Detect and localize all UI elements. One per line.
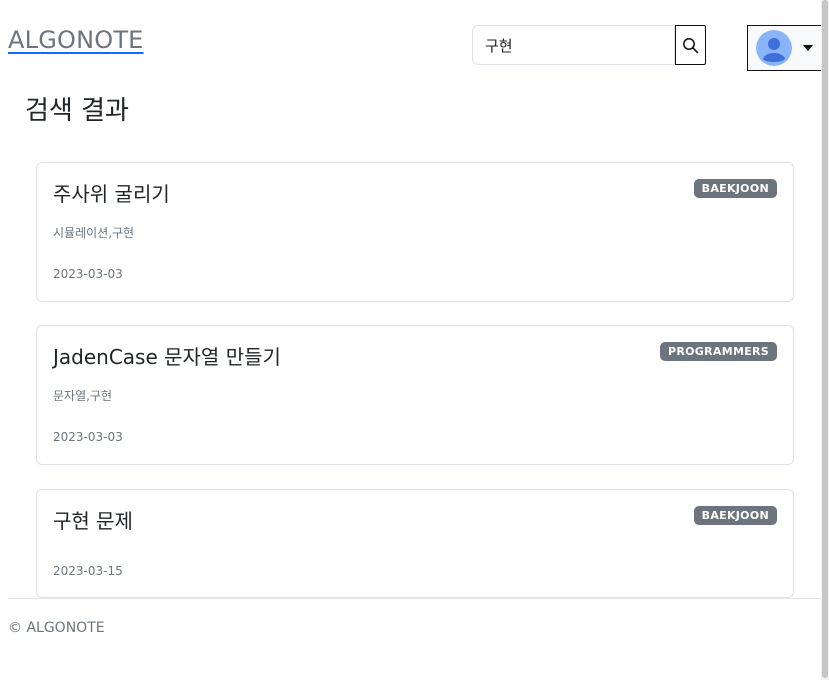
result-card[interactable]: 구현 문제 BAEKJOON 2023-03-15 <box>36 489 794 598</box>
user-avatar-icon <box>756 30 792 66</box>
result-title: JadenCase 문자열 만들기 <box>53 345 281 369</box>
result-tags: 시뮬레이션,구현 <box>53 226 135 240</box>
page: ALGONOTE 검색 결과 주사위 굴리기 BAEKJOON 시뮬레이션,구현… <box>0 0 829 680</box>
footer-copyright: © ALGONOTE <box>8 620 105 636</box>
page-title: 검색 결과 <box>25 96 129 126</box>
search-icon <box>683 37 699 53</box>
result-date: 2023-03-15 <box>53 564 123 578</box>
result-title: 구현 문제 <box>53 509 133 533</box>
result-card[interactable]: JadenCase 문자열 만들기 PROGRAMMERS 문자열,구현 202… <box>36 325 794 465</box>
logo-link[interactable]: ALGONOTE <box>8 26 144 54</box>
scrollbar[interactable] <box>821 0 829 680</box>
result-tags: 문자열,구현 <box>53 389 113 403</box>
result-date: 2023-03-03 <box>53 267 123 281</box>
search-input[interactable] <box>472 25 675 65</box>
chevron-down-icon <box>803 45 813 51</box>
scrollbar-thumb[interactable] <box>822 0 828 678</box>
platform-badge: BAEKJOON <box>693 179 777 198</box>
search-form <box>472 25 706 65</box>
result-date: 2023-03-03 <box>53 430 123 444</box>
search-button[interactable] <box>675 25 706 65</box>
result-title: 주사위 굴리기 <box>53 182 170 206</box>
platform-badge: PROGRAMMERS <box>660 342 777 361</box>
user-menu-button[interactable] <box>747 25 822 71</box>
platform-badge: BAEKJOON <box>693 506 777 525</box>
result-card[interactable]: 주사위 굴리기 BAEKJOON 시뮬레이션,구현 2023-03-03 <box>36 162 794 302</box>
footer-divider <box>8 598 821 599</box>
